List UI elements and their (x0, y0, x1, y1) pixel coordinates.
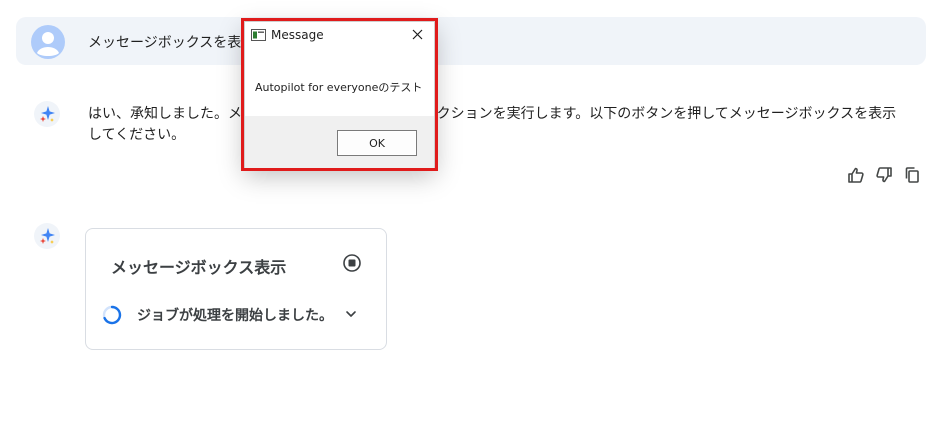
action-card: メッセージボックス表示 ジョブが処理を開始しました。 (85, 228, 387, 350)
chevron-down-icon[interactable] (344, 307, 358, 321)
assistant-reply-text: はい、承知しました。メッセージボックスを表示するアクションを実行します。以下のボ… (88, 106, 897, 143)
job-status-text: ジョブが処理を開始しました。 (137, 308, 333, 324)
sparkle-icon (34, 223, 60, 249)
thumbs-up-icon[interactable] (847, 166, 865, 184)
copy-icon[interactable] (903, 166, 921, 184)
stop-icon[interactable] (342, 253, 362, 273)
sparkle-icon (34, 101, 60, 127)
thumbs-down-icon[interactable] (875, 166, 893, 184)
loading-spinner-icon (102, 305, 122, 325)
action-card-title: メッセージボックス表示 (111, 258, 287, 277)
dialog-highlight-box (241, 18, 438, 171)
user-prompt-bar: メッセージボックスを表示して (16, 17, 926, 65)
user-avatar-icon[interactable] (31, 25, 65, 59)
